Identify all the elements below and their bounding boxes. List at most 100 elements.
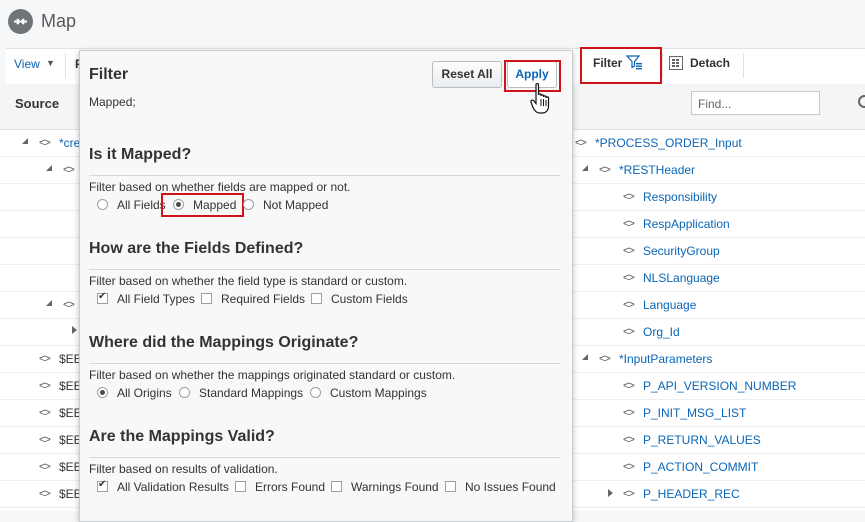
variable-icon: <>: [39, 488, 51, 500]
element-icon: <>: [599, 164, 611, 176]
section-heading-mapped: Is it Mapped?: [89, 146, 192, 163]
option-label[interactable]: Required Fields: [221, 292, 305, 306]
element-icon: <>: [575, 137, 587, 149]
section-description: Filter based on whether the field type i…: [89, 274, 408, 288]
element-icon: <>: [623, 299, 635, 311]
element-icon: <>: [623, 218, 635, 230]
element-icon: <>: [623, 488, 635, 500]
filter-button[interactable]: Filter: [593, 56, 622, 70]
element-icon: <>: [623, 272, 635, 284]
target-tree-item[interactable]: *PROCESS_ORDER_Input: [595, 136, 742, 150]
option-label[interactable]: All Field Types: [117, 292, 195, 306]
filter-popup-title: Filter: [89, 66, 129, 83]
source-column-header: Source: [15, 96, 60, 111]
element-icon: <>: [623, 407, 635, 419]
radio-all-origins[interactable]: [97, 387, 108, 398]
detach-button[interactable]: Detach: [690, 56, 730, 70]
target-tree-item[interactable]: NLSLanguage: [643, 271, 720, 285]
element-icon: <>: [623, 434, 635, 446]
collapse-toggle-icon[interactable]: [22, 138, 28, 144]
mapped-highlight-box: [161, 193, 244, 217]
option-label[interactable]: Custom Fields: [331, 292, 408, 306]
section-heading-defined: How are the Fields Defined?: [89, 240, 304, 257]
section-divider: [89, 457, 560, 458]
option-label[interactable]: All Origins: [117, 386, 172, 400]
target-tree-item[interactable]: *InputParameters: [619, 352, 712, 366]
target-tree-item[interactable]: P_HEADER_REC: [643, 487, 740, 501]
collapse-toggle-icon[interactable]: [46, 165, 52, 171]
collapse-toggle-icon[interactable]: [582, 165, 588, 171]
target-tree-item[interactable]: Org_Id: [643, 325, 680, 339]
radio-standard-mappings[interactable]: [179, 387, 190, 398]
option-label[interactable]: Warnings Found: [351, 480, 439, 494]
element-icon: <>: [623, 326, 635, 338]
checkbox-no-issues-found[interactable]: [445, 481, 456, 492]
radio-custom-mappings[interactable]: [310, 387, 321, 398]
toolbar-divider: [65, 53, 66, 78]
toolbar-divider: [662, 53, 663, 78]
checkbox-custom-fields[interactable]: [311, 293, 322, 304]
variable-icon: <>: [39, 407, 51, 419]
reset-all-button[interactable]: Reset All: [432, 61, 502, 88]
element-icon: <>: [623, 461, 635, 473]
option-label[interactable]: No Issues Found: [465, 480, 556, 494]
expand-toggle-icon[interactable]: [72, 326, 77, 334]
target-tree-item[interactable]: P_INIT_MSG_LIST: [643, 406, 746, 420]
collapse-toggle-icon[interactable]: [46, 300, 52, 306]
find-input[interactable]: [696, 93, 818, 115]
section-divider: [89, 363, 560, 364]
target-tree-item[interactable]: Responsibility: [643, 190, 717, 204]
option-label[interactable]: Custom Mappings: [330, 386, 427, 400]
option-label[interactable]: Errors Found: [255, 480, 325, 494]
checkbox-errors-found[interactable]: [235, 481, 246, 492]
checkbox-all-field-types[interactable]: [97, 291, 108, 304]
filter-summary: Mapped;: [89, 95, 136, 109]
radio-all-fields[interactable]: [97, 199, 108, 210]
section-description: Filter based on whether the mappings ori…: [89, 368, 456, 382]
search-icon[interactable]: [858, 95, 865, 108]
option-label[interactable]: All Validation Results: [117, 480, 229, 494]
detach-icon[interactable]: [669, 56, 683, 70]
collapse-toggle-icon[interactable]: [582, 354, 588, 360]
chevron-down-icon[interactable]: ▼: [46, 58, 55, 68]
target-tree-item[interactable]: RespApplication: [643, 217, 730, 231]
option-label[interactable]: Not Mapped: [263, 198, 328, 212]
find-field[interactable]: [691, 91, 820, 115]
section-divider: [89, 269, 560, 270]
element-icon: <>: [63, 299, 75, 311]
variable-icon: <>: [39, 380, 51, 392]
element-icon: <>: [39, 137, 51, 149]
variable-icon: <>: [39, 353, 51, 365]
filter-icon[interactable]: [625, 54, 642, 73]
section-description: Filter based on results of validation.: [89, 462, 278, 476]
expand-toggle-icon[interactable]: [608, 489, 613, 497]
target-tree-item[interactable]: SecurityGroup: [643, 244, 720, 258]
section-description: Filter based on whether fields are mappe…: [89, 180, 351, 194]
element-icon: <>: [623, 380, 635, 392]
radio-not-mapped[interactable]: [243, 199, 254, 210]
map-icon: [8, 9, 33, 34]
toolbar-divider: [743, 53, 744, 78]
target-tree-item[interactable]: P_ACTION_COMMIT: [643, 460, 758, 474]
target-tree-item[interactable]: P_API_VERSION_NUMBER: [643, 379, 796, 393]
element-icon: <>: [63, 164, 75, 176]
checkbox-warnings-found[interactable]: [331, 481, 342, 492]
element-icon: <>: [623, 191, 635, 203]
target-tree-item[interactable]: Language: [643, 298, 696, 312]
target-tree-item[interactable]: *RESTHeader: [619, 163, 695, 177]
hand-cursor-icon: [530, 82, 552, 119]
source-tree-item[interactable]: *cre: [59, 136, 80, 150]
option-label[interactable]: Standard Mappings: [199, 386, 303, 400]
view-menu-button[interactable]: View: [14, 57, 40, 71]
checkbox-all-validation-results[interactable]: [97, 479, 108, 492]
variable-icon: <>: [39, 461, 51, 473]
element-icon: <>: [623, 245, 635, 257]
section-heading-origin: Where did the Mappings Originate?: [89, 334, 359, 351]
element-icon: <>: [599, 353, 611, 365]
option-label[interactable]: All Fields: [117, 198, 166, 212]
variable-icon: <>: [39, 434, 51, 446]
section-heading-valid: Are the Mappings Valid?: [89, 428, 275, 445]
page-title: Map: [41, 11, 77, 31]
target-tree-item[interactable]: P_RETURN_VALUES: [643, 433, 761, 447]
checkbox-required-fields[interactable]: [201, 293, 212, 304]
